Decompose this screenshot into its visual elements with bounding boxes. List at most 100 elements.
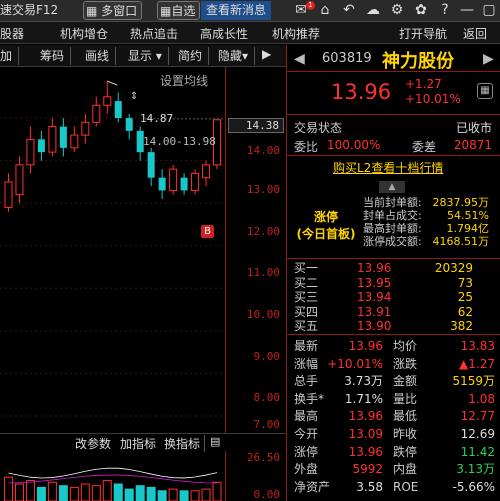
free-label: 自选	[171, 4, 196, 18]
stat-label: 量比	[393, 391, 418, 406]
last-price: 13.96	[331, 80, 392, 104]
weicha-label: 委差	[412, 140, 437, 154]
bid-volume: 25	[457, 290, 473, 304]
stat-value: ▲1.27	[459, 356, 495, 371]
stat-label: 净资产	[294, 479, 331, 494]
candle-body	[59, 126, 67, 148]
ma-setting-button[interactable]: 设置均线	[160, 72, 208, 89]
limit-row-key: 涨停成交额:	[363, 235, 422, 248]
stat-value: 3.58	[356, 479, 383, 494]
axis-label: 13.00	[246, 183, 280, 196]
display-dropdown[interactable]: 显示 ▾	[128, 47, 169, 65]
limit-row-value: 1.794亿	[446, 222, 490, 235]
question-icon[interactable]: ?	[436, 1, 454, 20]
volume-chart[interactable]	[0, 451, 225, 501]
buy-l2-link[interactable]: 购买L2查看十档行情	[333, 159, 443, 176]
indicator-toolbar: 改参数 加指标 换指标 ▤	[0, 433, 286, 452]
weibi-label: 委比	[294, 140, 319, 154]
order-book-row: 买三 13.94 25	[287, 290, 500, 304]
hide-dropdown[interactable]: 隐藏▾	[218, 47, 256, 65]
candle-body	[191, 172, 200, 191]
collapse-panel-icon[interactable]: ▶	[262, 47, 271, 61]
candle-body	[180, 177, 188, 191]
volume-bar	[3, 476, 13, 501]
quote-stat-row: 涨停 13.96 跌停 11.42	[287, 444, 500, 460]
axis-label: 14.00	[246, 144, 280, 157]
menu-item-stock-selector[interactable]: 股器	[0, 25, 24, 42]
back-button[interactable]: 返回	[463, 25, 487, 42]
fast-trade-button[interactable]: 速交易F12	[0, 1, 58, 20]
draw-line-button[interactable]: 画线	[85, 47, 117, 65]
volume-bar	[157, 490, 167, 501]
stat-value: 12.77	[460, 409, 495, 424]
axis-label: 10.00	[246, 308, 280, 321]
axis-label: 11.00	[246, 266, 280, 279]
cloud-icon[interactable]: ☁	[364, 1, 382, 20]
chips-button[interactable]: 筹码	[40, 47, 72, 65]
skin-icon[interactable]: ✿	[412, 1, 430, 20]
free-button[interactable]: ▦自选	[157, 1, 201, 20]
bid-price: 13.96	[357, 261, 392, 275]
multi-window-button[interactable]: ▦ 多窗口	[83, 1, 143, 20]
high-pointer	[107, 80, 118, 86]
book-icon[interactable]: ▤	[210, 435, 220, 448]
simple-button[interactable]: 简约	[178, 47, 210, 65]
add-indicator-button[interactable]: 加指标	[120, 435, 156, 452]
axis-label: 8.00	[253, 391, 281, 404]
volume-bar	[47, 481, 57, 501]
volume-bar	[80, 483, 90, 501]
kline-chart[interactable]	[0, 67, 225, 433]
menu-item-inst-recommend[interactable]: 机构推荐	[272, 25, 320, 42]
alert-icon[interactable]: ⌂	[316, 1, 334, 20]
high-price-label: 14.87	[140, 112, 174, 125]
menu-item-high-growth[interactable]: 高成长性	[200, 25, 248, 42]
volume-bar	[36, 486, 46, 501]
stat-value: 1.71%	[344, 391, 383, 406]
bid-volume: 62	[457, 304, 473, 319]
stat-label: 最高	[294, 409, 319, 424]
candle-body	[15, 164, 24, 196]
stock-code: 603819	[322, 51, 372, 66]
display-label: 显示	[128, 49, 153, 63]
edit-params-button[interactable]: 改参数	[75, 435, 111, 452]
stat-label: 涨停	[294, 444, 319, 459]
volume-bar	[146, 486, 156, 501]
volume-bar	[201, 488, 211, 501]
settings-icon[interactable]: ⚙	[388, 1, 406, 20]
limit-row-key: 封单占成交:	[363, 209, 422, 222]
undo-icon[interactable]: ↶	[340, 1, 358, 20]
chart-toolbar: 加 筹码 画线 显示 ▾ 简约 隐藏▾ ▶	[0, 45, 286, 67]
next-stock-icon[interactable]: ▶	[483, 51, 494, 67]
open-nav-button[interactable]: 打开导航	[399, 25, 447, 42]
window-icon: ▦	[160, 4, 172, 18]
top-toolbar: 速交易F12 ▦ 多窗口 ▦自选 查看新消息 ✉ ⌂ ↶ ☁ ⚙ ✿ ? — ▢…	[0, 0, 500, 22]
candle-body	[92, 104, 101, 123]
switch-indicator-button[interactable]: 换指标	[164, 435, 206, 452]
restore-icon[interactable]: ▢	[480, 1, 498, 20]
chevron-down-icon: ▾	[155, 49, 162, 63]
news-button[interactable]: 查看新消息	[201, 1, 272, 20]
collapse-icon[interactable]: ▲	[379, 181, 405, 193]
chart-add-button[interactable]: 加	[0, 47, 20, 65]
prev-stock-icon[interactable]: ◀	[294, 51, 305, 67]
volume-bar	[14, 483, 24, 501]
order-book-row: 买四 13.91 62	[287, 305, 500, 319]
candle-body	[4, 181, 13, 208]
menu-item-hot-chase[interactable]: 热点追击	[130, 25, 178, 42]
detail-icon[interactable]: ▦	[477, 83, 493, 99]
volume-axis: 26.50 0.00	[225, 451, 286, 501]
stat-label: 换手*	[294, 391, 325, 406]
buy-marker[interactable]: B	[201, 225, 214, 238]
stat-label: 总手	[294, 374, 319, 389]
candle-body	[169, 168, 178, 191]
bid-price: 13.94	[357, 290, 392, 304]
candle-body	[158, 177, 166, 191]
stat-value: 13.09	[348, 427, 383, 441]
stat-value: 13.96	[348, 339, 383, 353]
axis-label: 12.00	[246, 225, 280, 238]
divider	[287, 114, 500, 115]
minimize-icon[interactable]: —	[458, 1, 476, 20]
menu-item-inst-increase[interactable]: 机构增仓	[60, 25, 108, 42]
toolbar-icons: ✉ ⌂ ↶ ☁ ⚙ ✿ ? — ▢	[290, 1, 500, 20]
candle-body	[70, 134, 79, 149]
